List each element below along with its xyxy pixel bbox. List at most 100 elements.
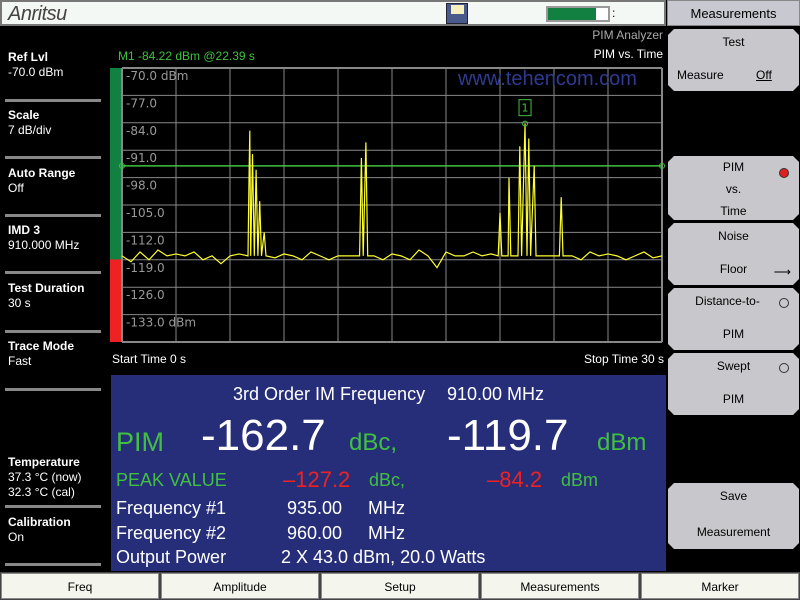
divider	[5, 99, 101, 102]
param-scale[interactable]: Scale 7 dB/div	[8, 108, 51, 138]
frequency-2-label: Frequency #2	[116, 523, 227, 543]
param-label: Scale	[8, 108, 40, 122]
param-trace-mode[interactable]: Trace Mode Fast	[8, 339, 74, 369]
radio-unselected-icon	[779, 363, 789, 373]
softkey-label: Test	[722, 35, 745, 49]
fail-bar	[110, 259, 122, 342]
menu-freq[interactable]: Freq	[1, 573, 159, 599]
menu-setup[interactable]: Setup	[321, 573, 479, 599]
stop-time: Stop Time 30 s	[583, 352, 664, 366]
peak-dbm-unit: dBm	[561, 470, 599, 490]
softkey-label: Save	[719, 489, 748, 503]
softkey-label: Measure	[677, 68, 724, 82]
menu-amplitude[interactable]: Amplitude	[161, 573, 319, 599]
softkey-label: Distance-to-	[695, 294, 760, 308]
battery-tip: :	[612, 6, 616, 20]
param-value: 910.000 MHz	[8, 238, 80, 252]
param-label: Trace Mode	[8, 339, 75, 353]
anritsu-logo: Anritsu	[8, 3, 67, 25]
pim-dbc-value: -162.7	[201, 411, 326, 460]
submenu-arrow-icon: ⟶	[773, 265, 791, 279]
swept-pim-button[interactable]: Swept PIM	[668, 353, 799, 415]
menu-measurements[interactable]: Measurements	[481, 573, 639, 599]
output-power-label: Output Power	[116, 547, 227, 567]
y-tick-label: -98.0	[126, 179, 157, 193]
y-tick-label: -105.0	[126, 206, 165, 220]
start-time: Start Time 0 s	[112, 352, 187, 366]
results-panel: 3rd Order IM Frequency 910.00 MHz PIM -1…	[111, 375, 666, 571]
pim-vs-time-button[interactable]: PIM vs. Time	[668, 156, 799, 220]
marker-label: 1	[522, 102, 529, 115]
temperature-now: 37.3 °C (now)	[8, 470, 82, 484]
peak-dbc-unit: dBc,	[369, 470, 406, 490]
battery-level	[548, 8, 596, 20]
softkey-label: vs.	[725, 182, 742, 196]
y-tick-label: -119.0	[126, 261, 165, 275]
pim-dbc-unit: dBc,	[349, 429, 398, 456]
divider	[5, 388, 101, 391]
radio-unselected-icon	[779, 298, 789, 308]
peak-dbc-value: –127.2	[283, 467, 351, 492]
softkey-label: Measurement	[696, 525, 771, 539]
param-value: 7 dB/div	[8, 123, 52, 137]
measure-state: Off	[756, 68, 772, 82]
parameter-panel: Ref Lvl -70.0 dBm Scale 7 dB/div Auto Rang…	[0, 28, 110, 572]
y-tick-label: -112.0	[126, 233, 165, 247]
softkey-label: Noise	[718, 229, 749, 243]
divider	[5, 156, 101, 159]
y-tick-label: -133.0 dBm	[126, 316, 196, 330]
frequency-1-value: 935.00	[287, 498, 343, 518]
param-label: Test Duration	[8, 281, 85, 295]
radio-selected-icon	[779, 168, 789, 178]
divider	[5, 271, 101, 274]
noise-floor-button[interactable]: Noise Floor ⟶	[668, 223, 799, 285]
pim-dbm-value: -119.7	[447, 411, 569, 460]
divider	[5, 214, 101, 217]
calibration-label: Calibration	[8, 515, 71, 529]
im-frequency-label: 3rd Order IM Frequency	[233, 384, 426, 404]
view-mode: PIM vs. Time	[593, 47, 663, 61]
frequency-2-unit: MHz	[368, 523, 405, 543]
peak-dbm-value: –84.2	[487, 467, 543, 492]
param-value: Off	[8, 181, 24, 195]
menu-marker[interactable]: Marker	[641, 573, 799, 599]
pim-dbm-unit: dBm	[597, 429, 647, 456]
calibration-value: On	[8, 530, 25, 544]
param-value: 30 s	[8, 296, 31, 310]
frequency-1-label: Frequency #1	[116, 498, 227, 518]
temperature-status: Temperature 37.3 °C (now) 32.3 °C (cal)	[8, 455, 82, 500]
divider	[5, 505, 101, 508]
y-tick-label: -77.0	[126, 96, 157, 110]
softkey-menu-title: Measurements	[667, 0, 800, 26]
softkey-label: PIM	[722, 392, 745, 406]
temperature-cal: 32.3 °C (cal)	[8, 485, 75, 499]
peak-label: PEAK VALUE	[116, 470, 227, 490]
divider	[5, 330, 101, 333]
distance-to-pim-button[interactable]: Distance-to- PIM	[668, 288, 799, 350]
pim-vs-time-chart: -70.0 dBm -77.0 -84.0 -91.0 -98.0 -105.0 -112.…	[110, 67, 665, 343]
softkey-label: Time	[720, 204, 747, 218]
param-ref-lvl[interactable]: Ref Lvl -70.0 dBm	[8, 50, 63, 80]
calibration-status: Calibration On	[8, 515, 71, 545]
floppy-disk-icon[interactable]	[446, 3, 468, 24]
frequency-2-value: 960.00	[287, 523, 343, 543]
im-frequency-value: 910.00 MHz	[447, 384, 545, 404]
pim-label: PIM	[116, 427, 165, 457]
param-auto-range[interactable]: Auto Range Off	[8, 166, 75, 196]
battery-icon	[546, 6, 610, 22]
param-label: IMD 3	[8, 223, 41, 237]
marker-readout: M1 -84.22 dBm @22.39 s	[118, 49, 255, 63]
divider	[5, 563, 101, 566]
softkey-panel: Measurements Test Measure Off PIM vs. Ti…	[667, 0, 800, 572]
param-value: -70.0 dBm	[8, 65, 64, 79]
param-label: Ref Lvl	[8, 50, 49, 64]
save-measurement-button[interactable]: Save Measurement	[668, 483, 799, 549]
test-measure-button[interactable]: Test Measure Off	[668, 29, 799, 91]
y-tick-label: -91.0	[126, 151, 157, 165]
frequency-1-unit: MHz	[368, 498, 405, 518]
param-imd3[interactable]: IMD 3 910.000 MHz	[8, 223, 79, 253]
param-value: Fast	[8, 354, 32, 368]
param-test-duration[interactable]: Test Duration 30 s	[8, 281, 84, 311]
y-tick-label: -84.0	[126, 124, 157, 138]
temperature-label: Temperature	[8, 455, 80, 469]
